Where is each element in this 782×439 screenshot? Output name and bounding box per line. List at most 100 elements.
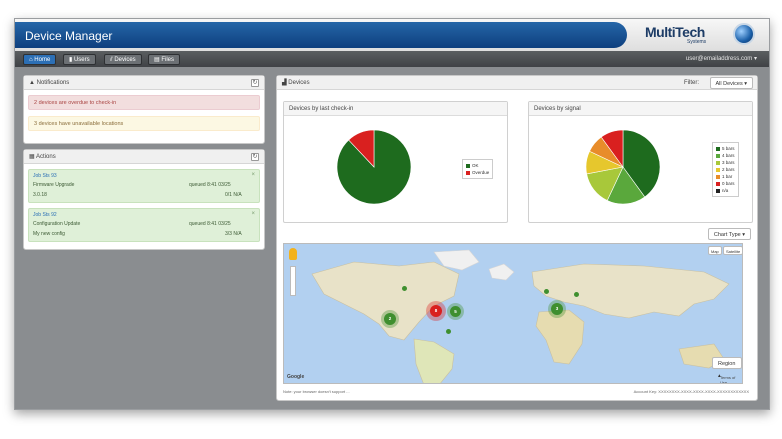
app-window: Device Manager MultiTech Systems ⌂ Home …: [14, 18, 770, 410]
panel-header: ▦ Actions ↻: [24, 150, 264, 164]
notification-item[interactable]: 2 devices are overdue to check-in: [28, 95, 260, 110]
chart-type-dropdown[interactable]: Chart Type ▾: [707, 228, 751, 240]
legend-swatch: [716, 188, 720, 193]
tab-label: Devices: [114, 57, 136, 63]
refresh-icon[interactable]: ↻: [251, 153, 259, 161]
checkin-chart-panel: Devices by last check-in OK Overdue: [283, 101, 508, 223]
legend-entry: 5 bars: [716, 145, 735, 152]
action-queued: queued 8:41 03/25: [189, 182, 231, 188]
legend-label: 2 bars: [722, 167, 735, 172]
action-item[interactable]: Job Sts 93 Firmware Upgrade 3.0.18 queue…: [28, 169, 260, 203]
legend-entry: 2 bars: [716, 166, 735, 173]
map-cluster-marker[interactable]: 3: [551, 303, 563, 315]
panel-header: ▲ Notifications ↻: [24, 76, 264, 90]
action-task: Firmware Upgrade: [33, 182, 75, 188]
legend-swatch: [466, 170, 470, 175]
refresh-icon[interactable]: ↻: [251, 79, 259, 87]
tab-label: Home: [34, 57, 51, 63]
map-type-satellite-button[interactable]: Satellite: [723, 246, 742, 255]
map-device-marker[interactable]: [446, 329, 451, 334]
tab-users[interactable]: ▮ Users: [63, 54, 96, 65]
signal-chart-panel: Devices by signal 5 bars 4 bars 3 bars 2…: [528, 101, 753, 223]
legend-swatch: [466, 163, 470, 168]
legend-entry: 3 bars: [716, 159, 735, 166]
list-icon: ▦: [29, 154, 37, 160]
action-task: Configuration Update: [33, 221, 81, 227]
checkin-chart-title: Devices by last check-in: [284, 102, 507, 116]
devices-panel: ▟ Devices Filter: All Devices ▾ Devices …: [276, 75, 758, 401]
map-device-marker[interactable]: [574, 292, 579, 297]
title-bar: Device Manager MultiTech Systems: [15, 19, 769, 51]
account-key: Account Key: XXXXXXXX-XXXX-XXXX-XXXX-XXX…: [633, 389, 749, 394]
device-map[interactable]: Map Satellite 2 8 5 3 Google Region ▴ Te…: [283, 243, 743, 384]
signal-chart-title: Devices by signal: [529, 102, 752, 116]
legend-label: Overdue: [472, 170, 490, 175]
action-version: My new config: [33, 231, 65, 237]
tab-label: Users: [73, 57, 90, 63]
action-count: 3/3 N/A: [225, 231, 242, 237]
signal-legend: 5 bars 4 bars 3 bars 2 bars 1 bar 0 bars…: [712, 142, 739, 197]
action-job-link[interactable]: Job Sts 92: [33, 212, 57, 218]
region-dropdown[interactable]: Region ▴: [712, 357, 742, 379]
legend-label: 3 bars: [722, 160, 735, 165]
legend-label: 4 bars: [722, 153, 735, 158]
legend-label: n/a: [722, 188, 729, 193]
notifications-title: Notifications: [36, 80, 70, 86]
filter-label: Filter:: [684, 80, 699, 86]
legend-label: 0 bars: [722, 181, 735, 186]
world-map-shapes: [311, 249, 730, 383]
map-device-marker[interactable]: [544, 289, 549, 294]
action-job-link[interactable]: Job Sts 93: [33, 173, 57, 179]
legend-label: 1 bar: [722, 174, 733, 179]
tab-devices[interactable]: ⫽ Devices: [104, 54, 142, 65]
close-icon[interactable]: ×: [251, 172, 255, 178]
title-banner: Device Manager: [15, 22, 627, 48]
map-device-marker[interactable]: [402, 286, 407, 291]
logo-brand-text: MultiTech: [645, 24, 705, 40]
map-type-map-button[interactable]: Map: [708, 246, 722, 255]
panel-header: ▟ Devices Filter: All Devices ▾: [277, 76, 757, 90]
map-cluster-marker[interactable]: 8: [430, 305, 442, 317]
tab-home[interactable]: ⌂ Home: [23, 54, 57, 65]
nav-bar: ⌂ Home ▮ Users ⫽ Devices ▤ Files user@em…: [15, 51, 769, 67]
action-version: 3.0.18: [33, 192, 47, 198]
legend-entry: 0 bars: [716, 180, 735, 187]
legend-swatch: [716, 160, 720, 165]
legend-entry: OK: [466, 162, 489, 169]
notifications-panel: ▲ Notifications ↻ 2 devices are overdue …: [23, 75, 265, 144]
zoom-control[interactable]: [290, 266, 296, 296]
devices-title: Devices: [288, 80, 310, 86]
close-icon[interactable]: ×: [251, 211, 255, 217]
map-cluster-marker[interactable]: 2: [384, 313, 396, 325]
terms-link[interactable]: Terms of Use: [720, 375, 742, 383]
legend-swatch: [716, 153, 720, 158]
action-item[interactable]: Job Sts 92 Configuration Update My new c…: [28, 208, 260, 242]
globe-icon: [733, 23, 755, 45]
legend-label: 5 bars: [722, 146, 735, 151]
user-menu[interactable]: user@emailaddress.com ▾: [686, 55, 757, 62]
legend-swatch: [716, 167, 720, 172]
notification-item[interactable]: 3 devices have unavailable locations: [28, 116, 260, 131]
action-count: 0/1 N/A: [225, 192, 242, 198]
actions-panel: ▦ Actions ↻ Job Sts 93 Firmware Upgrade …: [23, 149, 265, 250]
tab-label: Files: [161, 57, 175, 63]
brand-logo: MultiTech Systems: [645, 23, 755, 47]
tab-files[interactable]: ▤ Files: [148, 54, 181, 65]
checkin-legend: OK Overdue: [462, 159, 494, 179]
actions-title: Actions: [36, 154, 56, 160]
logo-sub-text: Systems: [687, 39, 707, 45]
app-title: Device Manager: [25, 29, 113, 43]
signal-pie-chart: [585, 129, 661, 205]
filter-dropdown[interactable]: All Devices ▾: [709, 77, 753, 89]
map-note: Note: your browser doesn't support ...: [283, 389, 350, 394]
bell-icon: ▲: [29, 80, 37, 86]
legend-swatch: [716, 174, 720, 179]
legend-label: OK: [472, 163, 479, 168]
map-cluster-marker[interactable]: 5: [450, 306, 461, 317]
pegman-icon[interactable]: [289, 248, 297, 260]
legend-swatch: [716, 146, 720, 151]
google-logo: Google: [287, 374, 305, 380]
legend-entry: 1 bar: [716, 173, 735, 180]
action-queued: queued 8:41 03/25: [189, 221, 231, 227]
legend-swatch: [716, 181, 720, 186]
